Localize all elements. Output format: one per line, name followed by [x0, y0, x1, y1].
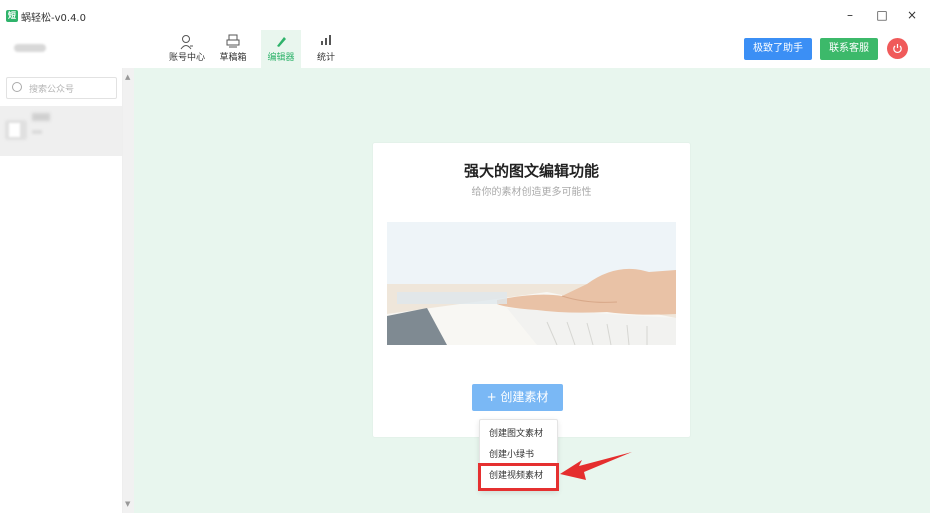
create-material-button[interactable]: + 创建素材	[472, 384, 563, 411]
title-bar: 短 蜗轻松-v0.4.0 – □ ×	[0, 0, 930, 30]
app-logo-icon: 短	[6, 10, 18, 22]
account-list-item[interactable]	[0, 106, 122, 156]
assistant-button[interactable]: 极致了助手	[744, 38, 812, 60]
tab-label: 编辑器	[267, 53, 295, 63]
card-subtitle: 给你的素材创造更多可能性	[471, 187, 592, 198]
maximize-button[interactable]: □	[870, 6, 894, 24]
typing-hands-image	[387, 222, 676, 345]
scroll-up-icon[interactable]: ▲	[125, 73, 130, 81]
highlight-box	[478, 463, 559, 491]
menu-item-create-article[interactable]: 创建图文素材	[480, 424, 557, 444]
tab-editor[interactable]: 编辑器	[261, 30, 301, 68]
scroll-down-icon[interactable]: ▼	[125, 500, 130, 508]
tab-label: 账号中心	[168, 53, 205, 63]
search-input[interactable]: 搜索公众号	[6, 77, 117, 99]
account-subtext	[32, 130, 42, 134]
tab-statistics[interactable]: 统计	[306, 30, 346, 68]
minimize-button[interactable]: –	[838, 6, 862, 24]
window-title: 蜗轻松-v0.4.0	[21, 13, 86, 24]
bar-chart-icon	[306, 34, 346, 52]
tab-label: 统计	[316, 53, 335, 63]
search-icon	[12, 82, 22, 92]
sidebar: 搜索公众号	[0, 68, 123, 513]
account-name	[32, 113, 50, 121]
tab-drafts[interactable]: 草稿箱	[213, 30, 253, 68]
pen-icon	[261, 34, 301, 52]
avatar-detail	[9, 123, 20, 137]
card-title: 强大的图文编辑功能	[463, 162, 599, 180]
close-button[interactable]: ×	[900, 6, 924, 24]
power-icon	[893, 44, 902, 54]
tab-account-center[interactable]: 账号中心	[167, 30, 207, 68]
user-icon	[167, 34, 207, 52]
red-arrow-icon	[560, 452, 632, 480]
contact-support-button[interactable]: 联系客服	[820, 38, 878, 60]
search-placeholder: 搜索公众号	[29, 85, 75, 95]
tab-label: 草稿箱	[219, 53, 247, 63]
current-account-name[interactable]	[14, 44, 46, 52]
power-button[interactable]	[887, 38, 908, 59]
sidebar-scrollbar[interactable]: ▲ ▼	[123, 68, 134, 513]
printer-icon	[213, 34, 253, 52]
menu-item-create-xiaolvshu[interactable]: 创建小绿书	[480, 445, 557, 465]
editor-intro-card: 强大的图文编辑功能 给你的素材创造更多可能性 + 创建素材	[373, 143, 690, 437]
